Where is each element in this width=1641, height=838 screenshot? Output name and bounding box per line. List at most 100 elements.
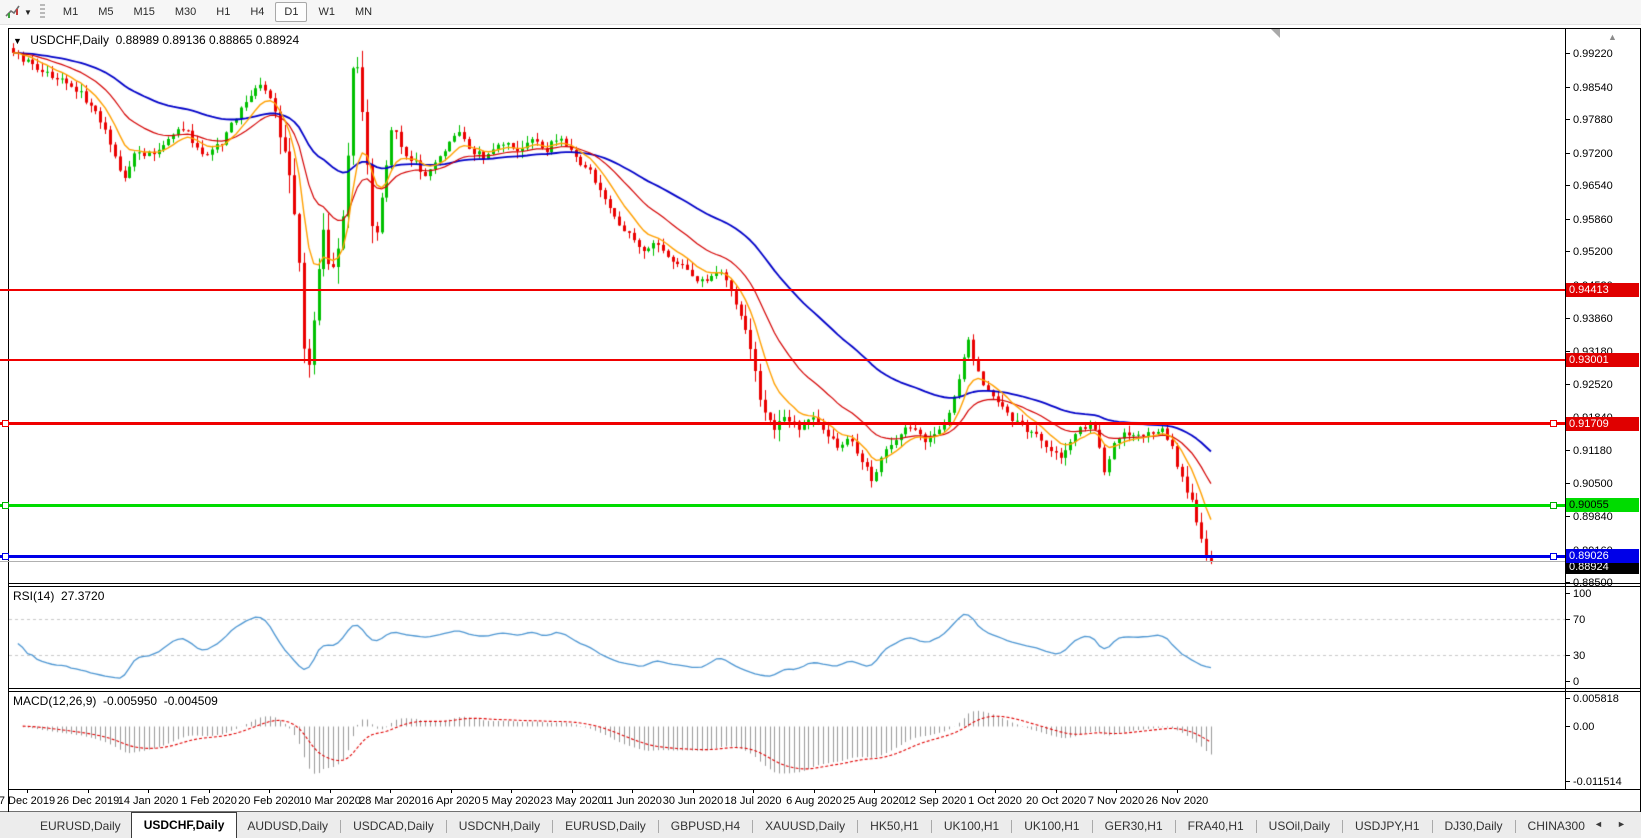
horizontal-level-line[interactable] bbox=[0, 422, 1565, 425]
date-axis-tick-mark bbox=[269, 790, 270, 793]
date-axis-label: 7 Dec 2019 bbox=[0, 795, 55, 807]
date-axis-tick-mark bbox=[451, 790, 452, 793]
date-axis-tick-mark bbox=[693, 790, 694, 793]
chart-tab-usdjpy-h1[interactable]: USDJPY,H1 bbox=[1345, 814, 1429, 838]
chart-tab-usoil-daily[interactable]: USOil,Daily bbox=[1259, 814, 1340, 838]
price-tag-0.94413: 0.94413 bbox=[1566, 283, 1639, 297]
line-handle[interactable] bbox=[2, 553, 9, 560]
date-axis-label: 26 Dec 2019 bbox=[57, 795, 119, 807]
chart-tab-gbpusd-h4[interactable]: GBPUSD,H4 bbox=[661, 814, 750, 838]
chart-symbol-period: USDCHF,Daily bbox=[30, 33, 109, 47]
timeframe-button-d1[interactable]: D1 bbox=[275, 2, 307, 22]
rsi-label: RSI(14) 27.3720 bbox=[13, 589, 104, 603]
price-axis-tick-label: 0.93860 bbox=[1573, 313, 1613, 325]
date-axis-tick-mark bbox=[632, 790, 633, 793]
timeframe-button-h4[interactable]: H4 bbox=[241, 2, 273, 22]
date-axis-tick-mark bbox=[330, 790, 331, 793]
price-axis-tick-label: 0.90500 bbox=[1573, 478, 1613, 490]
timeframe-button-w1[interactable]: W1 bbox=[309, 2, 344, 22]
date-axis-tick-mark bbox=[1177, 790, 1178, 793]
date-axis-label: 18 Jul 2020 bbox=[725, 795, 782, 807]
date-axis-label: 12 Sep 2020 bbox=[904, 795, 966, 807]
rsi-axis-tick-label: 70 bbox=[1573, 614, 1585, 626]
panel-border bbox=[8, 789, 1640, 790]
price-axis-tick-mark bbox=[1566, 483, 1570, 484]
line-handle[interactable] bbox=[1550, 502, 1557, 509]
date-axis-label: 6 Aug 2020 bbox=[786, 795, 842, 807]
tab-separator bbox=[340, 820, 341, 833]
timeframe-button-m5[interactable]: M5 bbox=[89, 2, 122, 22]
timeframe-button-mn[interactable]: MN bbox=[346, 2, 381, 22]
macd-signal-value: -0.004509 bbox=[164, 694, 218, 708]
rsi-panel-canvas[interactable] bbox=[9, 586, 1565, 688]
chart-tab-uk100-h1[interactable]: UK100,H1 bbox=[934, 814, 1009, 838]
price-tag-0.93001: 0.93001 bbox=[1566, 353, 1639, 367]
tab-separator bbox=[1092, 820, 1093, 833]
date-axis-label: 23 May 2020 bbox=[540, 795, 604, 807]
rsi-current-value: 27.3720 bbox=[61, 589, 104, 603]
macd-axis-tick-mark bbox=[1566, 698, 1570, 699]
rsi-axis-tick-label: 0 bbox=[1573, 676, 1579, 688]
chart-tab-eurusd-daily[interactable]: EURUSD,Daily bbox=[30, 814, 131, 838]
horizontal-level-line[interactable] bbox=[0, 555, 1565, 558]
panel-border bbox=[8, 688, 1640, 689]
line-handle[interactable] bbox=[1550, 553, 1557, 560]
line-handle[interactable] bbox=[2, 502, 9, 509]
horizontal-level-line[interactable] bbox=[0, 359, 1565, 361]
macd-panel-canvas[interactable] bbox=[9, 691, 1565, 789]
date-axis-label: 20 Feb 2020 bbox=[238, 795, 300, 807]
chart-tab-hk50-h1[interactable]: HK50,H1 bbox=[860, 814, 929, 838]
panel-border bbox=[0, 811, 1641, 812]
rsi-axis-tick-mark bbox=[1566, 619, 1570, 620]
main-chart-canvas[interactable] bbox=[9, 29, 1565, 583]
horizontal-level-line[interactable] bbox=[0, 289, 1565, 291]
chart-title: ▼ USDCHF,Daily 0.88989 0.89136 0.88865 0… bbox=[13, 33, 299, 47]
toolbar-grip[interactable] bbox=[40, 4, 45, 20]
date-axis-tick-mark bbox=[511, 790, 512, 793]
timeframe-button-m1[interactable]: M1 bbox=[54, 2, 87, 22]
timeframe-toolbar: ▼ M1M5M15M30H1H4D1W1MN bbox=[0, 0, 1641, 25]
macd-axis-tick-label: 0.005818 bbox=[1573, 693, 1619, 705]
date-axis-label: 28 Mar 2020 bbox=[359, 795, 421, 807]
price-axis-tick-mark bbox=[1566, 119, 1570, 120]
chart-tab-dj30-daily[interactable]: DJ30,Daily bbox=[1435, 814, 1513, 838]
chart-tab-usdchf-daily[interactable]: USDCHF,Daily bbox=[131, 812, 238, 838]
timeframe-button-m30[interactable]: M30 bbox=[166, 2, 205, 22]
macd-current-value: -0.005950 bbox=[103, 694, 157, 708]
horizontal-level-line[interactable] bbox=[0, 504, 1565, 507]
tab-separator bbox=[1432, 820, 1433, 833]
chart-tab-fra40-h1[interactable]: FRA40,H1 bbox=[1178, 814, 1254, 838]
chart-tab-audusd-daily[interactable]: AUDUSD,Daily bbox=[237, 814, 338, 838]
chart-type-icon[interactable] bbox=[3, 3, 23, 21]
timeframe-button-m15[interactable]: M15 bbox=[124, 2, 163, 22]
price-axis-tick-label: 0.97880 bbox=[1573, 114, 1613, 126]
tab-separator bbox=[658, 820, 659, 833]
tab-separator bbox=[1515, 820, 1516, 833]
toolbar-dropdown-caret-icon[interactable]: ▼ bbox=[24, 8, 32, 17]
tab-separator bbox=[552, 820, 553, 833]
line-handle[interactable] bbox=[1550, 420, 1557, 427]
chart-tab-usdcnh-daily[interactable]: USDCNH,Daily bbox=[449, 814, 550, 838]
chart-collapse-caret-icon[interactable]: ▼ bbox=[13, 36, 22, 46]
price-axis-tick-mark bbox=[1566, 251, 1570, 252]
chart-shift-marker-icon[interactable] bbox=[1271, 29, 1280, 38]
tab-scroll-right-icon[interactable]: ► bbox=[1617, 819, 1626, 829]
current-price-line[interactable] bbox=[0, 561, 1565, 562]
date-axis-label: 7 Nov 2020 bbox=[1088, 795, 1144, 807]
chart-tab-eurusd-daily[interactable]: EURUSD,Daily bbox=[555, 814, 656, 838]
date-axis-tick-mark bbox=[27, 790, 28, 793]
price-tag-0.91709: 0.91709 bbox=[1566, 417, 1639, 431]
timeframe-button-h1[interactable]: H1 bbox=[207, 2, 239, 22]
chart-tab-china300-h1[interactable]: CHINA300,H1 bbox=[1518, 814, 1585, 838]
chart-tab-usdcad-daily[interactable]: USDCAD,Daily bbox=[343, 814, 444, 838]
chart-tab-uk100-h1[interactable]: UK100,H1 bbox=[1014, 814, 1089, 838]
chart-type-icon-glyph bbox=[5, 4, 21, 20]
line-handle[interactable] bbox=[2, 420, 9, 427]
tab-separator bbox=[752, 820, 753, 833]
macd-axis-tick-label: 0.00 bbox=[1573, 721, 1594, 733]
tab-scroll-left-icon[interactable]: ◄ bbox=[1594, 819, 1603, 829]
date-axis-label: 11 Jun 2020 bbox=[602, 795, 662, 807]
chart-tab-ger30-h1[interactable]: GER30,H1 bbox=[1095, 814, 1173, 838]
chart-tab-xauusd-daily[interactable]: XAUUSD,Daily bbox=[755, 814, 855, 838]
rsi-axis-tick-mark bbox=[1566, 593, 1570, 594]
